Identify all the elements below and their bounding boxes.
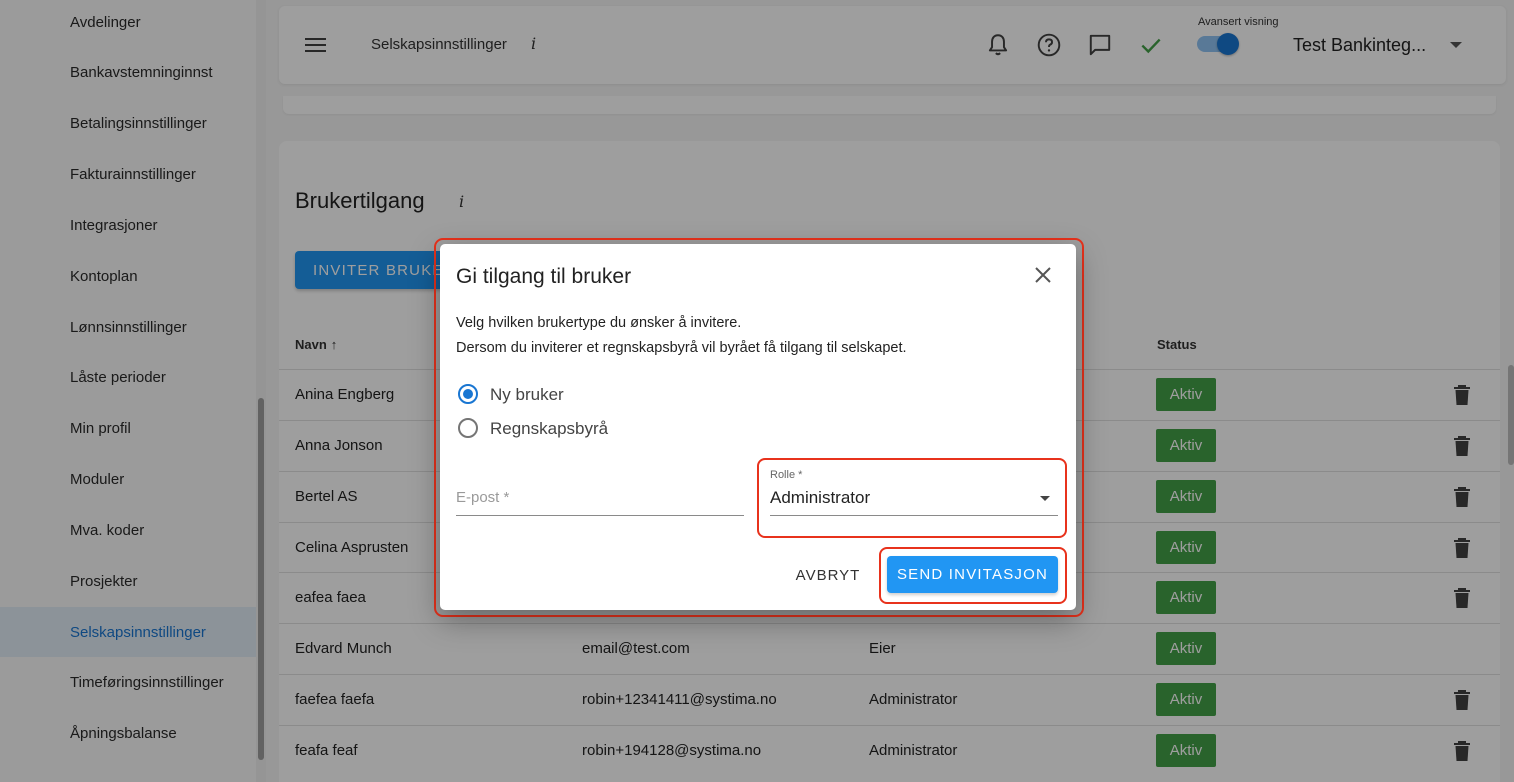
radio-new-user[interactable] — [456, 382, 480, 406]
radio-label-new-user[interactable]: Ny bruker — [490, 385, 564, 405]
email-field[interactable]: E-post * — [456, 480, 744, 516]
dialog-description: Velg hvilken brukertype du ønsker å invi… — [456, 315, 742, 331]
dialog-title: Gi tilgang til bruker — [456, 265, 632, 288]
chevron-down-icon — [1040, 496, 1050, 501]
radio-accounting-firm[interactable] — [456, 416, 480, 440]
send-invitation-button[interactable]: SEND INVITASJON — [887, 556, 1058, 593]
dialog-description-note: Dersom du inviterer et regnskapsbyrå vil… — [456, 340, 907, 356]
role-value: Administrator — [770, 488, 871, 507]
close-icon[interactable] — [1031, 263, 1055, 287]
cancel-button[interactable]: AVBRYT — [784, 557, 872, 593]
radio-label-accounting-firm[interactable]: Regnskapsbyrå — [490, 419, 608, 439]
email-placeholder: E-post * — [456, 489, 510, 506]
role-label: Rolle * — [770, 469, 803, 481]
role-select[interactable]: Rolle * Administrator — [770, 466, 1058, 516]
